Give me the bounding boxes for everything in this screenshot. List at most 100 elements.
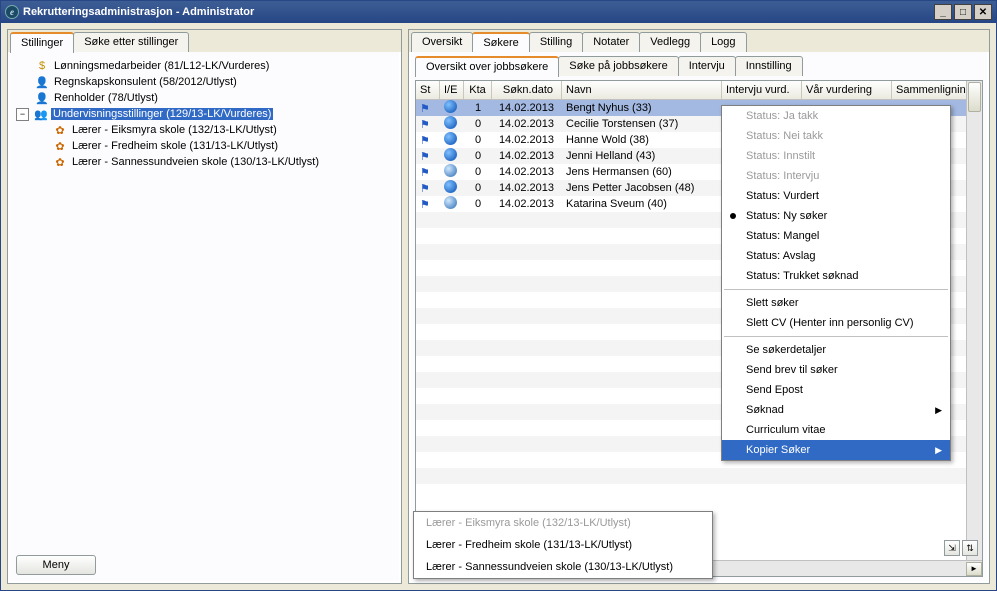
menu-item-11[interactable]: Slett CV (Henter inn personlig CV): [722, 313, 950, 333]
col-intervju[interactable]: Intervju vurd.: [722, 81, 802, 99]
cell-navn: Katarina Sveum (40): [562, 198, 722, 210]
scroll-right-button[interactable]: ►: [966, 562, 982, 576]
right-tab-4[interactable]: Vedlegg: [639, 32, 701, 52]
menu-item-label: Send brev til søker: [746, 364, 838, 376]
close-button[interactable]: ✕: [974, 4, 992, 20]
menu-item-label: Status: Vurdert: [746, 190, 819, 202]
scroll-thumb[interactable]: [968, 82, 981, 112]
maximize-button[interactable]: □: [954, 4, 972, 20]
col-dato[interactable]: Søkn.dato: [492, 81, 562, 99]
menu-item-13[interactable]: Se søkerdetaljer: [722, 340, 950, 360]
menu-item-label: Status: Mangel: [746, 230, 819, 242]
cell-kta: 0: [464, 134, 492, 146]
left-tab-body: $Lønningsmedarbeider (81/L12-LK/Vurderes…: [10, 51, 399, 581]
leaf-icon: ✿: [52, 138, 68, 154]
menu-item-label: Curriculum vitae: [746, 424, 825, 436]
sub-tab-3[interactable]: Innstilling: [735, 56, 803, 76]
app-window: e Rekrutteringsadministrasjon - Administ…: [0, 0, 997, 591]
menu-item-10[interactable]: Slett søker: [722, 293, 950, 313]
tree-item-2[interactable]: 👤Renholder (78/Utlyst): [14, 90, 395, 106]
menu-item-17[interactable]: Curriculum vitae: [722, 420, 950, 440]
flag-icon: ⚑: [420, 103, 430, 115]
positions-tree[interactable]: $Lønningsmedarbeider (81/L12-LK/Vurderes…: [10, 52, 399, 549]
cell-navn: Jenni Helland (43): [562, 150, 722, 162]
cell-kta: 1: [464, 102, 492, 114]
globe-icon: [444, 196, 457, 209]
tree-item-3[interactable]: −👥Undervisningsstillinger (129/13-LK/Vur…: [14, 106, 395, 122]
sub-tab-1[interactable]: Søke på jobbsøkere: [558, 56, 678, 76]
cell-kta: 0: [464, 198, 492, 210]
cell-kta: 0: [464, 182, 492, 194]
cell-dato: 14.02.2013: [492, 102, 562, 114]
right-tab-2[interactable]: Stilling: [529, 32, 583, 52]
leaf-icon: ✿: [52, 154, 68, 170]
vertical-scrollbar[interactable]: [966, 81, 982, 560]
globe-icon: [444, 116, 457, 129]
menu-item-16[interactable]: Søknad▶: [722, 400, 950, 420]
cell-dato: 14.02.2013: [492, 150, 562, 162]
col-status[interactable]: St: [416, 81, 440, 99]
menu-item-label: Send Epost: [746, 384, 803, 396]
right-tab-0[interactable]: Oversikt: [411, 32, 473, 52]
cell-dato: 14.02.2013: [492, 118, 562, 130]
sort-button[interactable]: ⇅: [962, 540, 978, 556]
tree-toggle-icon[interactable]: −: [16, 108, 29, 121]
col-ie[interactable]: I/E: [440, 81, 464, 99]
flag-icon: ⚑: [420, 199, 430, 211]
globe-icon: [444, 180, 457, 193]
table-action-buttons: ⇲ ⇅: [944, 540, 978, 556]
submenu-item-2[interactable]: Lærer - Sannessundveien skole (130/13-LK…: [414, 556, 712, 578]
right-tab-1[interactable]: Søkere: [472, 32, 529, 53]
menu-item-label: Status: Avslag: [746, 250, 816, 262]
menu-item-label: Kopier Søker: [746, 444, 810, 456]
menu-item-label: Slett søker: [746, 297, 799, 309]
col-navn[interactable]: Navn: [562, 81, 722, 99]
tree-item-0[interactable]: $Lønningsmedarbeider (81/L12-LK/Vurderes…: [14, 58, 395, 74]
cell-dato: 14.02.2013: [492, 182, 562, 194]
menu-button[interactable]: Meny: [16, 555, 96, 575]
tree-item-4[interactable]: ✿Lærer - Eiksmyra skole (132/13-LK/Utlys…: [14, 122, 395, 138]
menu-item-6[interactable]: Status: Mangel: [722, 226, 950, 246]
titlebar: e Rekrutteringsadministrasjon - Administ…: [1, 1, 996, 23]
menu-item-14[interactable]: Send brev til søker: [722, 360, 950, 380]
tree-item-5[interactable]: ✿Lærer - Fredheim skole (131/13-LK/Utlys…: [14, 138, 395, 154]
tree-label: Renholder (78/Utlyst): [52, 92, 160, 104]
app-icon: e: [5, 5, 19, 19]
left-tab-1[interactable]: Søke etter stillinger: [73, 32, 189, 52]
right-tabs: OversiktSøkereStillingNotaterVedleggLogg: [409, 30, 989, 52]
menu-item-3: Status: Intervju: [722, 166, 950, 186]
export-button[interactable]: ⇲: [944, 540, 960, 556]
cell-navn: Jens Petter Jacobsen (48): [562, 182, 722, 194]
leaf-icon: ✿: [52, 122, 68, 138]
tree-item-6[interactable]: ✿Lærer - Sannessundveien skole (130/13-L…: [14, 154, 395, 170]
menu-item-15[interactable]: Send Epost: [722, 380, 950, 400]
left-tab-0[interactable]: Stillinger: [10, 32, 74, 53]
menu-item-0: Status: Ja takk: [722, 106, 950, 126]
minimize-button[interactable]: _: [934, 4, 952, 20]
menu-item-label: Status: Trukket søknad: [746, 270, 859, 282]
menu-item-18[interactable]: Kopier Søker ▶: [722, 440, 950, 460]
right-tab-3[interactable]: Notater: [582, 32, 640, 52]
sub-tabs: Oversikt over jobbsøkereSøke på jobbsøke…: [411, 52, 987, 76]
people-icon: 👥: [33, 106, 49, 122]
submenu-item-1[interactable]: Lærer - Fredheim skole (131/13-LK/Utlyst…: [414, 534, 712, 556]
person-icon: 👤: [34, 90, 50, 106]
sub-tab-2[interactable]: Intervju: [678, 56, 736, 76]
menu-item-4[interactable]: Status: Vurdert: [722, 186, 950, 206]
sub-tab-0[interactable]: Oversikt over jobbsøkere: [415, 56, 559, 77]
menu-item-7[interactable]: Status: Avslag: [722, 246, 950, 266]
menu-item-8[interactable]: Status: Trukket søknad: [722, 266, 950, 286]
chevron-right-icon: ▶: [935, 445, 942, 456]
col-kta[interactable]: Kta: [464, 81, 492, 99]
cell-navn: Jens Hermansen (60): [562, 166, 722, 178]
tree-label: Lærer - Eiksmyra skole (132/13-LK/Utlyst…: [70, 124, 279, 136]
context-menu[interactable]: Status: Ja takkStatus: Nei takkStatus: I…: [721, 105, 951, 461]
tree-item-1[interactable]: 👤Regnskapskonsulent (58/2012/Utlyst): [14, 74, 395, 90]
person-icon: 👤: [34, 74, 50, 90]
col-vurdering[interactable]: Vår vurdering: [802, 81, 892, 99]
right-tab-5[interactable]: Logg: [700, 32, 746, 52]
flag-icon: ⚑: [420, 167, 430, 179]
menu-item-5[interactable]: Status: Ny søker: [722, 206, 950, 226]
table-row-empty: [416, 468, 982, 484]
kopier-submenu[interactable]: Lærer - Eiksmyra skole (132/13-LK/Utlyst…: [413, 511, 713, 579]
